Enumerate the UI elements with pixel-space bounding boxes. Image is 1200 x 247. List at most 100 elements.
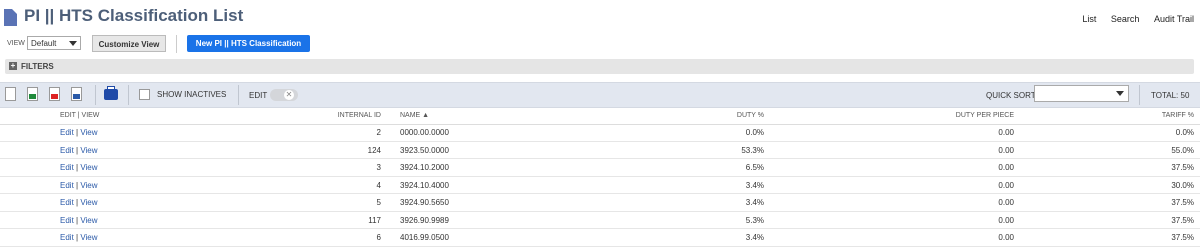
quick-sort-label: QUICK SORT [986, 91, 1036, 100]
view-select-value: Default [31, 39, 57, 48]
edit-view-cell: Edit | View [60, 128, 98, 137]
show-inactives-label: SHOW INACTIVES [157, 90, 227, 99]
view-link[interactable]: View [80, 163, 97, 172]
duty-per-piece-cell: 0.00 [998, 215, 1014, 225]
page-title: PI || HTS Classification List [24, 6, 244, 25]
customize-view-button[interactable]: Customize View [92, 35, 166, 52]
internal-id-cell: 4 [376, 180, 381, 190]
edit-view-cell: Edit | View [60, 163, 98, 172]
show-inactives-checkbox[interactable] [139, 89, 150, 100]
table-row: Edit | View 6 4016.99.0500 3.4% 0.00 37.… [0, 229, 1200, 247]
internal-id-cell: 3 [376, 163, 381, 172]
col-internal-id[interactable]: INTERNAL ID [338, 112, 381, 119]
view-link[interactable]: View [80, 181, 97, 190]
search-link[interactable]: Search [1111, 14, 1140, 24]
table-body: Edit | View 2 0000.00.0000 0.0% 0.00 0.0… [0, 124, 1200, 247]
name-cell: 3923.50.0000 [400, 145, 449, 155]
print-icon[interactable] [104, 86, 118, 100]
name-cell: 3924.90.5650 [400, 198, 449, 207]
duty-cell: 6.5% [745, 163, 764, 172]
duty-cell: 3.4% [745, 233, 764, 242]
table-row: Edit | View 124 3923.50.0000 53.3% 0.00 … [0, 141, 1200, 159]
table-row: Edit | View 2 0000.00.0000 0.0% 0.00 0.0… [0, 124, 1200, 142]
edit-link[interactable]: Edit [60, 233, 74, 242]
view-link[interactable]: View [80, 216, 97, 225]
edit-link[interactable]: Edit [60, 128, 74, 137]
audit-trail-link[interactable]: Audit Trail [1154, 14, 1194, 24]
pdf-export-icon[interactable] [49, 87, 60, 101]
divider [176, 35, 177, 53]
duty-cell: 0.0% [745, 128, 764, 137]
tariff-cell: 30.0% [1171, 180, 1194, 190]
edit-view-cell: Edit | View [60, 198, 98, 207]
tariff-cell: 37.5% [1171, 163, 1194, 172]
quick-sort-select[interactable] [1034, 85, 1129, 102]
tariff-cell: 37.5% [1171, 233, 1194, 242]
view-link[interactable]: View [80, 233, 97, 242]
edit-toggle[interactable]: ✕ [270, 89, 298, 101]
edit-label: EDIT [249, 91, 268, 100]
edit-link[interactable]: Edit [60, 181, 74, 190]
internal-id-cell: 124 [367, 145, 381, 155]
new-record-button[interactable]: New PI || HTS Classification [187, 35, 310, 52]
table-header: EDIT | VIEW INTERNAL ID NAME ▲ DUTY % DU… [0, 108, 1200, 125]
internal-id-cell: 2 [376, 128, 381, 137]
edit-link[interactable]: Edit [60, 216, 74, 225]
view-select[interactable]: Default [27, 36, 81, 50]
tariff-cell: 37.5% [1171, 198, 1194, 207]
duty-per-piece-cell: 0.00 [998, 163, 1014, 172]
list-link[interactable]: List [1082, 14, 1096, 24]
view-link[interactable]: View [80, 146, 97, 155]
duty-cell: 5.3% [745, 215, 764, 225]
duty-per-piece-cell: 0.00 [998, 198, 1014, 207]
edit-view-cell: Edit | View [60, 145, 98, 155]
divider [1139, 85, 1140, 105]
col-name[interactable]: NAME ▲ [400, 112, 429, 119]
divider [128, 85, 129, 105]
table-row: Edit | View 3 3924.10.2000 6.5% 0.00 37.… [0, 159, 1200, 177]
view-controls: VIEW Default Customize View New PI || HT… [0, 35, 1200, 53]
duty-cell: 3.4% [745, 198, 764, 207]
list-toolbar: SHOW INACTIVES EDIT ✕ QUICK SORT TOTAL: … [0, 82, 1200, 108]
internal-id-cell: 6 [376, 233, 381, 242]
tariff-cell: 55.0% [1171, 145, 1194, 155]
document-icon [4, 9, 17, 26]
divider [95, 85, 96, 105]
internal-id-cell: 5 [376, 198, 381, 207]
filters-bar[interactable]: + FILTERS [5, 59, 1194, 74]
edit-link[interactable]: Edit [60, 146, 74, 155]
col-duty-per-piece[interactable]: DUTY PER PIECE [956, 112, 1014, 119]
total-count: TOTAL: 50 [1151, 91, 1190, 100]
tariff-cell: 37.5% [1171, 215, 1194, 225]
duty-per-piece-cell: 0.00 [998, 128, 1014, 137]
chevron-down-icon [69, 41, 77, 46]
excel-export-icon[interactable] [27, 87, 38, 101]
tariff-cell: 0.0% [1175, 128, 1194, 137]
view-link[interactable]: View [80, 128, 97, 137]
filters-label: FILTERS [21, 62, 54, 71]
edit-link[interactable]: Edit [60, 198, 74, 207]
close-icon: ✕ [284, 90, 294, 100]
name-cell: 3926.90.9989 [400, 215, 449, 225]
view-label: VIEW [7, 40, 25, 47]
top-links: List Search Audit Trail [1070, 14, 1194, 24]
expand-icon[interactable]: + [9, 62, 17, 70]
col-edit-view: EDIT | VIEW [60, 112, 100, 119]
divider [238, 85, 239, 105]
duty-per-piece-cell: 0.00 [998, 233, 1014, 242]
name-cell: 3924.10.4000 [400, 180, 449, 190]
edit-view-cell: Edit | View [60, 180, 98, 190]
table-row: Edit | View 117 3926.90.9989 5.3% 0.00 3… [0, 211, 1200, 229]
name-cell: 3924.10.2000 [400, 163, 449, 172]
csv-export-icon[interactable] [5, 87, 16, 101]
duty-cell: 3.4% [745, 180, 764, 190]
table-row: Edit | View 5 3924.90.5650 3.4% 0.00 37.… [0, 194, 1200, 212]
table-row: Edit | View 4 3924.10.4000 3.4% 0.00 30.… [0, 176, 1200, 194]
col-duty[interactable]: DUTY % [737, 112, 764, 119]
edit-link[interactable]: Edit [60, 163, 74, 172]
col-tariff[interactable]: TARIFF % [1162, 112, 1194, 119]
view-link[interactable]: View [80, 198, 97, 207]
word-export-icon[interactable] [71, 87, 82, 101]
page-header: PI || HTS Classification List List Searc… [0, 0, 1200, 34]
name-cell: 4016.99.0500 [400, 233, 449, 242]
